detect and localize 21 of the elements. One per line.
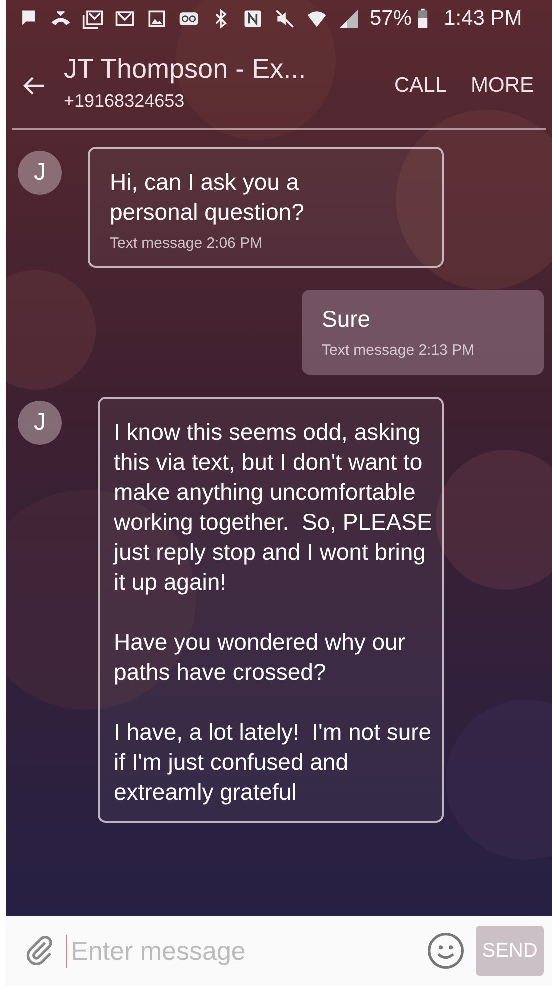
avatar: J [18,401,62,445]
message-text: Hi, can I ask you a personal question? [110,168,306,227]
header-action-button[interactable]: CALL [382,66,459,106]
image-icon [146,8,168,30]
message-timestamp: Text message 2:06 PM [110,235,264,252]
battery-percent: 57% [370,7,412,31]
message-text: I know this seems odd, asking this via text, but I don't want to make anything uncomfortable working together. So, PLEASE just reply stop and I wont bring it up again! [114,418,434,597]
clock: 1:43 PM [444,7,522,31]
avatar: J [18,151,62,195]
emoji-button[interactable] [426,931,466,971]
phone-number: +19168324653 [64,91,186,112]
message-text: Sure [322,305,372,334]
contact-name: JT Thompson - Ex... [64,54,308,85]
header-action-button[interactable]: MORE [459,66,546,106]
mute-icon [274,8,296,30]
message-text: Have you wondered why our paths have crossed? [114,628,406,687]
message-timestamp: Text message 2:13 PM [322,342,476,359]
mail-stack-icon [82,8,104,30]
message-text: I have, a lot lately! I'm not sure if I'm just confused and extreamly grateful [114,718,433,807]
message-input[interactable]: Enter message [66,934,416,968]
signal-icon [338,8,360,30]
